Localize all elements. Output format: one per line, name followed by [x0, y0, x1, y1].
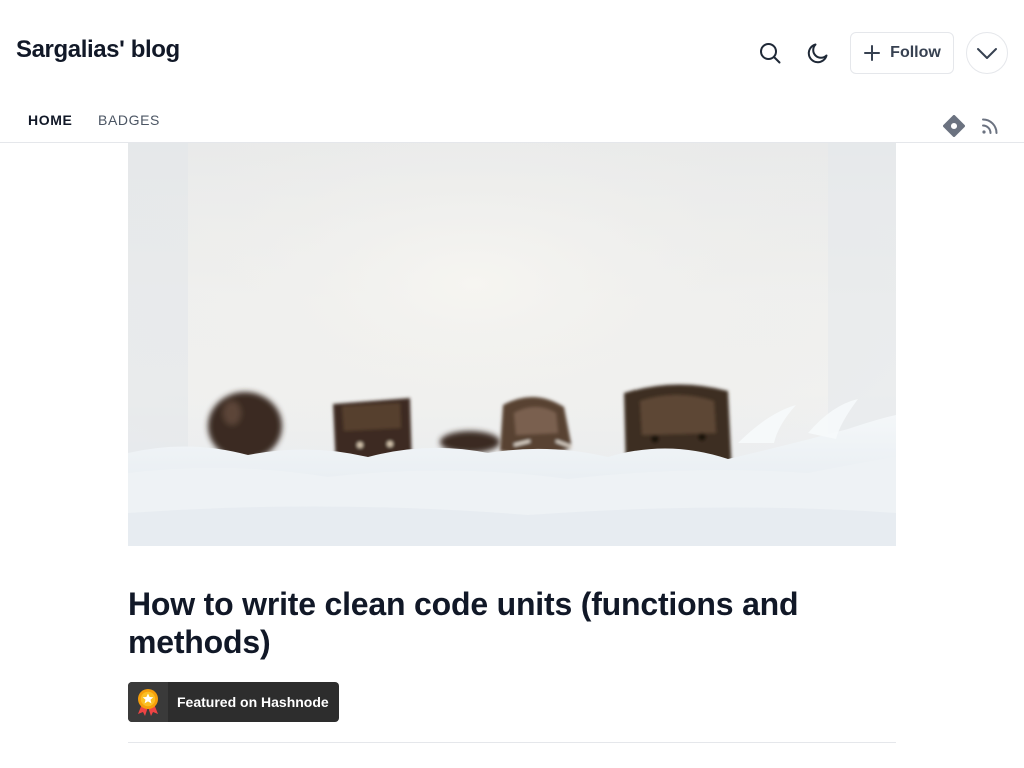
nav-item-home[interactable]: HOME	[28, 112, 72, 128]
cover-image	[128, 143, 896, 546]
blog-header: Sargalias' blog Follow	[0, 0, 1024, 106]
search-button[interactable]	[750, 33, 790, 73]
search-icon	[760, 43, 781, 64]
follow-label: Follow	[890, 44, 941, 61]
chevron-down-icon	[977, 48, 997, 59]
theme-toggle-button[interactable]	[798, 33, 838, 73]
award-icon	[138, 689, 158, 716]
follow-button[interactable]: Follow	[850, 32, 954, 74]
featured-badge[interactable]: Featured on Hashnode	[128, 682, 339, 722]
article-title: How to write clean code units (functions…	[128, 586, 799, 660]
hashnode-link[interactable]	[942, 114, 966, 138]
nav-item-badges[interactable]: BADGES	[98, 112, 160, 128]
moon-icon	[807, 43, 828, 64]
blog-nav: HOME BADGES	[0, 106, 1024, 143]
plus-icon	[864, 45, 881, 61]
rss-link[interactable]	[978, 114, 1002, 138]
featured-badge-label: Featured on Hashnode	[177, 694, 329, 710]
blog-menu-button[interactable]	[966, 32, 1008, 74]
featured-badge-icon-wrap	[128, 682, 168, 722]
blog-title[interactable]: Sargalias' blog	[16, 36, 180, 64]
article-divider	[128, 742, 896, 743]
hashnode-icon	[943, 115, 965, 137]
rss-icon	[982, 118, 998, 134]
cover-photo	[128, 143, 896, 546]
